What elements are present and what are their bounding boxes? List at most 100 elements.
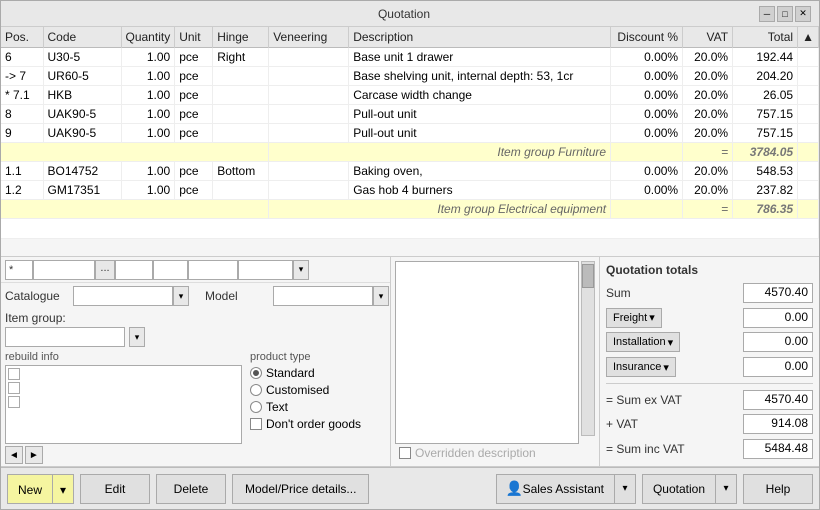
table-row[interactable]: 8 UAK90-5 1.00 pce Pull-out unit 0.00% 2… xyxy=(1,105,819,124)
table-row[interactable]: * 7.1 HKB 1.00 pce Carcase width change … xyxy=(1,86,819,105)
freight-arrow-icon: ▾ xyxy=(649,311,655,324)
new-button[interactable]: New xyxy=(8,475,53,504)
insurance-btn[interactable]: Insurance ▾ xyxy=(606,357,676,377)
rebuild-next-btn[interactable]: ► xyxy=(25,446,43,464)
table-row[interactable]: Item group Furniture = 3784.05 xyxy=(1,143,819,162)
cell-hinge: Right xyxy=(213,48,269,67)
cell-code: GM17351 xyxy=(43,181,121,200)
cell-vat: 20.0% xyxy=(683,48,733,67)
cell-desc: Base unit 1 drawer xyxy=(349,48,611,67)
catalogue-select-control: ▾ xyxy=(73,286,189,306)
unit-input[interactable] xyxy=(153,260,188,280)
cell-total: 204.20 xyxy=(733,67,798,86)
sum-inc-vat-row: = Sum inc VAT 5484.48 xyxy=(606,438,813,460)
model-dropdown-btn[interactable]: ▾ xyxy=(373,286,389,306)
catalogue-dropdown-btn[interactable]: ▾ xyxy=(173,286,189,306)
rebuild-list[interactable] xyxy=(5,365,242,444)
veneering-input[interactable] xyxy=(238,260,293,280)
group-eq xyxy=(611,143,683,162)
rebuild-checkbox-3[interactable] xyxy=(8,396,20,408)
close-button[interactable]: ✕ xyxy=(795,6,811,22)
quotation-arrow[interactable]: ▾ xyxy=(716,475,736,503)
cell-code: UR60-5 xyxy=(43,67,121,86)
table-row[interactable]: 9 UAK90-5 1.00 pce Pull-out unit 0.00% 2… xyxy=(1,124,819,143)
freight-btn[interactable]: Freight ▾ xyxy=(606,308,662,328)
installation-btn[interactable]: Installation ▾ xyxy=(606,332,680,352)
group-spacer xyxy=(1,200,269,219)
radio-customised[interactable] xyxy=(250,384,262,396)
cell-disc: 0.00% xyxy=(611,124,683,143)
table-row[interactable]: 1.2 GM17351 1.00 pce Gas hob 4 burners 0… xyxy=(1,181,819,200)
totals-panel: Quotation totals Sum 4570.40 Freight ▾ 0… xyxy=(599,257,819,466)
sales-assistant-label: Sales Assistant xyxy=(523,482,604,496)
table-row[interactable]: Item group Electrical equipment = 786.35 xyxy=(1,200,819,219)
group-eq-sign: = xyxy=(683,200,733,219)
overridden-row: Overridden description xyxy=(395,444,595,462)
col-header-unit: Unit xyxy=(175,27,213,48)
cell-desc: Pull-out unit xyxy=(349,105,611,124)
dont-order-checkbox[interactable] xyxy=(250,418,262,430)
window-title: Quotation xyxy=(49,7,759,21)
rebuild-checkbox-2[interactable] xyxy=(8,382,20,394)
col-header-pos: Pos. xyxy=(1,27,43,48)
scroll-col-header: ▲ xyxy=(798,27,819,48)
new-dropdown-arrow[interactable]: ▾ xyxy=(53,475,73,504)
radio-customised-label: Customised xyxy=(266,383,329,397)
dont-order-row: Don't order goods xyxy=(250,417,386,431)
restore-button[interactable]: □ xyxy=(777,6,793,22)
description-scrollbar[interactable] xyxy=(581,261,595,436)
help-button[interactable]: Help xyxy=(743,474,813,504)
cell-disc: 0.00% xyxy=(611,67,683,86)
description-area: Overridden description xyxy=(391,257,599,466)
item-group-dropdown-btn[interactable]: ▾ xyxy=(129,327,145,347)
cell-unit: pce xyxy=(175,67,213,86)
cell-hinge xyxy=(213,124,269,143)
pos-input[interactable] xyxy=(5,260,33,280)
sum-ex-vat-value: 4570.40 xyxy=(743,390,813,410)
group-total: 786.35 xyxy=(733,200,798,219)
model-price-button[interactable]: Model/Price details... xyxy=(232,474,369,504)
item-group-input[interactable] xyxy=(5,327,125,347)
new-button-group: New ▾ xyxy=(7,474,74,504)
code-lookup-btn[interactable]: ... xyxy=(95,260,115,280)
cell-scroll xyxy=(798,86,819,105)
radio-text[interactable] xyxy=(250,401,262,413)
catalogue-input[interactable] xyxy=(73,286,173,306)
rebuild-section: rebuild info xyxy=(1,349,390,466)
cell-disc: 0.00% xyxy=(611,181,683,200)
sales-assistant-arrow[interactable]: ▾ xyxy=(615,475,635,503)
cell-desc: Baking oven, xyxy=(349,162,611,181)
item-input-row: ... ▾ xyxy=(1,257,390,283)
edit-button[interactable]: Edit xyxy=(80,474,150,504)
model-select-control: ▾ xyxy=(273,286,389,306)
delete-button[interactable]: Delete xyxy=(156,474,226,504)
code-input[interactable] xyxy=(33,260,95,280)
minimize-button[interactable]: ─ xyxy=(759,6,775,22)
rebuild-checkbox-1[interactable] xyxy=(8,368,20,380)
table-row[interactable]: 6 U30-5 1.00 pce Right Base unit 1 drawe… xyxy=(1,48,819,67)
table-row[interactable]: -> 7 UR60-5 1.00 pce Base shelving unit,… xyxy=(1,67,819,86)
radio-standard[interactable] xyxy=(250,367,262,379)
cell-qty: 1.00 xyxy=(121,86,175,105)
sum-label: Sum xyxy=(606,286,743,300)
toolbar: New ▾ Edit Delete Model/Price details...… xyxy=(1,467,819,509)
quotation-button[interactable]: Quotation xyxy=(643,475,716,503)
quantity-input[interactable] xyxy=(115,260,153,280)
table-row[interactable]: 1.1 BO14752 1.00 pce Bottom Baking oven,… xyxy=(1,162,819,181)
hinge-input[interactable] xyxy=(188,260,238,280)
catalogue-label: Catalogue xyxy=(5,289,65,303)
veneering-dropdown-btn[interactable]: ▾ xyxy=(293,260,309,280)
cell-veneer xyxy=(269,162,349,181)
description-textarea[interactable] xyxy=(395,261,579,444)
rebuild-prev-btn[interactable]: ◄ xyxy=(5,446,23,464)
model-input[interactable] xyxy=(273,286,373,306)
cell-qty: 1.00 xyxy=(121,105,175,124)
cell-veneer xyxy=(269,181,349,200)
sales-assistant-button[interactable]: 👤 Sales Assistant xyxy=(497,475,615,503)
table-row-empty[interactable] xyxy=(1,219,819,239)
new-arrow-icon: ▾ xyxy=(60,483,66,497)
overridden-checkbox[interactable] xyxy=(399,447,411,459)
totals-title: Quotation totals xyxy=(606,263,813,277)
overridden-label: Overridden description xyxy=(415,446,536,460)
cell-veneer xyxy=(269,48,349,67)
